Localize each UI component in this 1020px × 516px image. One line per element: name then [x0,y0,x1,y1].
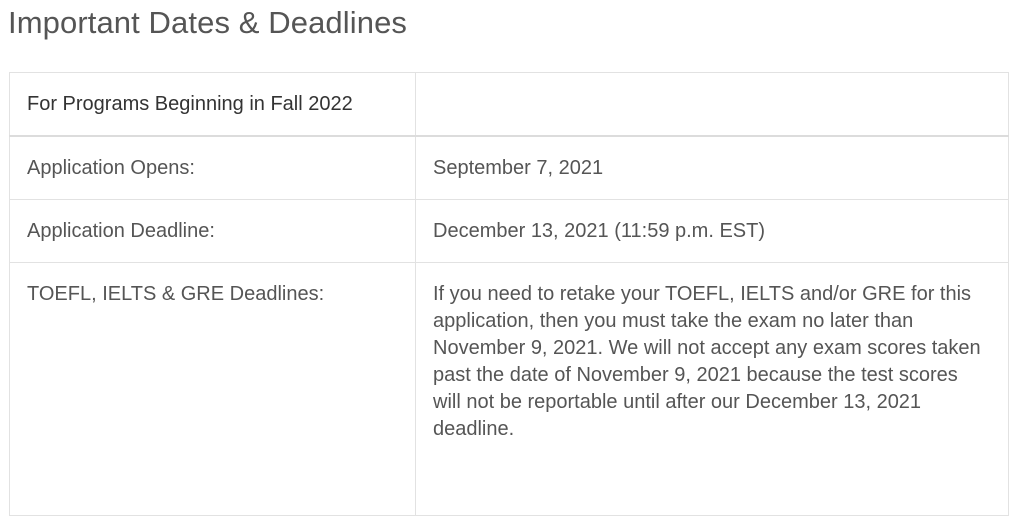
row-label: Application Opens: [9,135,416,200]
table-header-program: For Programs Beginning in Fall 2022 [9,72,416,137]
table-header-empty [415,72,1009,137]
important-dates-table: For Programs Beginning in Fall 2022 Appl… [9,72,1009,516]
table-row-application-deadline: Application Deadline: December 13, 2021 … [9,199,1009,263]
row-value: December 13, 2021 (11:59 p.m. EST) [415,199,1009,263]
test-deadline-note: If you need to retake your TOEFL, IELTS … [433,283,981,440]
page-title: Important Dates & Deadlines [8,5,408,40]
row-label: Application Deadline: [9,199,416,263]
row-value: September 7, 2021 [415,135,1009,200]
row-value: If you need to retake your TOEFL, IELTS … [415,262,1009,516]
table-header-row: For Programs Beginning in Fall 2022 [9,72,1009,137]
table-row-test-deadlines: TOEFL, IELTS & GRE Deadlines: If you nee… [9,262,1009,516]
table-row-application-opens: Application Opens: September 7, 2021 [9,135,1009,200]
row-label: TOEFL, IELTS & GRE Deadlines: [9,262,416,516]
